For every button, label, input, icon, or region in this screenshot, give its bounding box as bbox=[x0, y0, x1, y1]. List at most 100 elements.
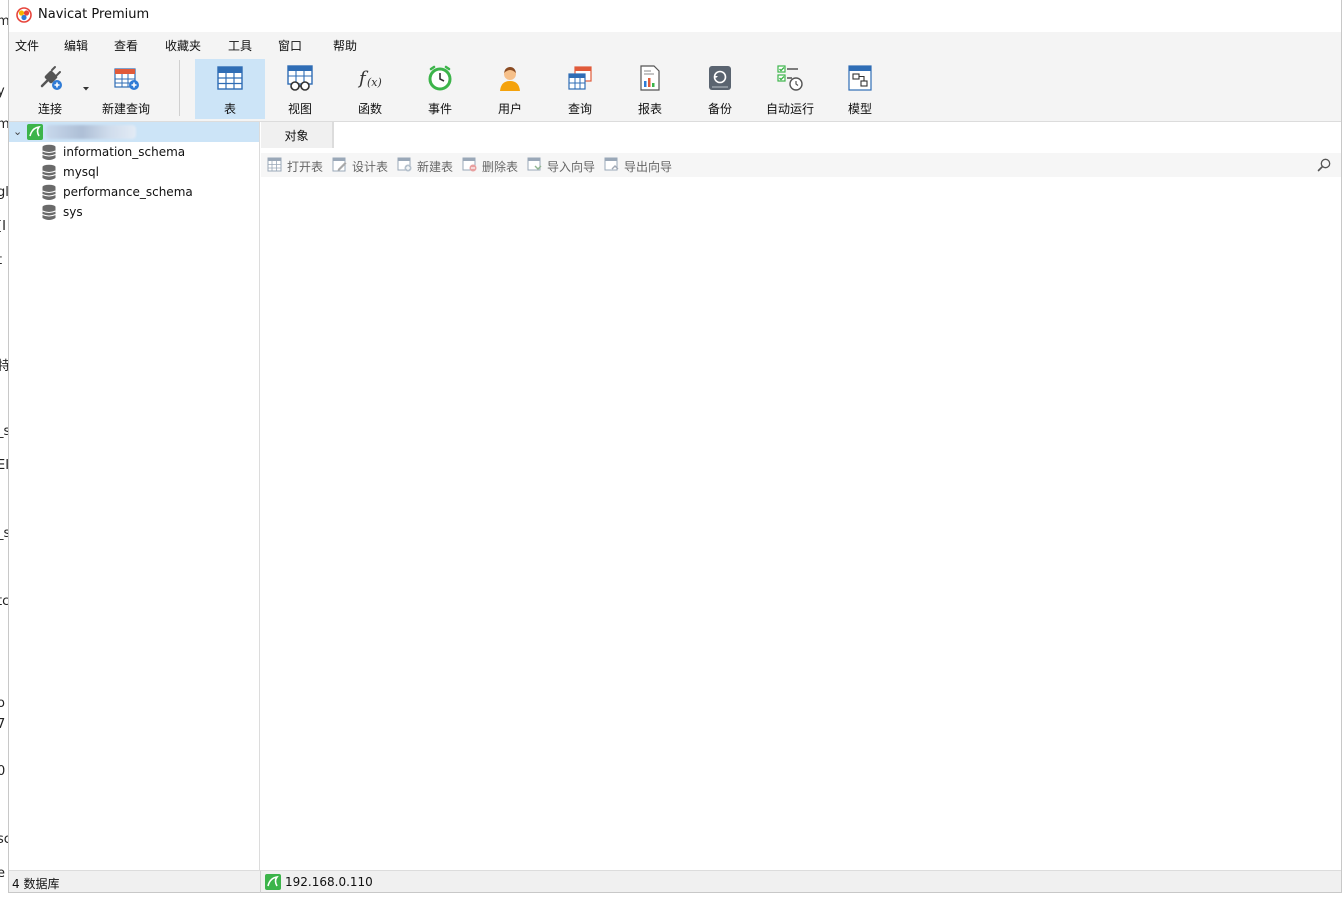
tab-bar-empty bbox=[333, 122, 1342, 148]
bg-fragment: tc bbox=[0, 594, 8, 609]
object-panel: 对象 打开表 设计表 新建表 删除表 导入向导 导出向导 bbox=[261, 122, 1342, 870]
connect-button[interactable]: 连接 bbox=[15, 59, 85, 119]
design-table-icon bbox=[332, 157, 347, 172]
window-title: Navicat Premium bbox=[38, 7, 150, 22]
report-icon bbox=[640, 65, 660, 91]
connection-node[interactable]: ⌄ bbox=[9, 122, 259, 142]
plug-icon bbox=[40, 66, 62, 90]
bg-fragment: 特 bbox=[0, 359, 8, 374]
function-label: 函数 bbox=[357, 102, 382, 116]
status-bar: 4 数据库 192.168.0.110 bbox=[9, 870, 1342, 893]
table-button[interactable]: 表 bbox=[195, 59, 265, 119]
connection-name-redacted bbox=[46, 125, 136, 139]
backup-button[interactable]: 备份 bbox=[685, 59, 755, 119]
object-toolbar: 打开表 设计表 新建表 删除表 导入向导 导出向导 bbox=[261, 153, 1342, 177]
new-query-button[interactable]: 新建查询 bbox=[91, 59, 161, 119]
object-list-area[interactable] bbox=[261, 177, 1342, 870]
delete-table-icon bbox=[462, 157, 477, 172]
user-button[interactable]: 用户 bbox=[475, 59, 545, 119]
connect-label: 连接 bbox=[37, 102, 62, 116]
database-icon bbox=[42, 204, 56, 220]
menu-help[interactable]: 帮助 bbox=[333, 37, 357, 54]
menu-edit[interactable]: 编辑 bbox=[64, 37, 88, 54]
model-icon bbox=[848, 65, 872, 91]
autorun-icon bbox=[777, 65, 803, 91]
bg-fragment: gl bbox=[0, 185, 8, 200]
backup-label: 备份 bbox=[707, 102, 732, 116]
autorun-button[interactable]: 自动运行 bbox=[755, 59, 825, 119]
chevron-down-icon[interactable]: ⌄ bbox=[13, 125, 22, 138]
import-wizard-label: 导入向导 bbox=[547, 160, 596, 174]
database-item[interactable]: mysql bbox=[39, 162, 239, 182]
menu-window[interactable]: 窗口 bbox=[278, 37, 302, 54]
database-item[interactable]: information_schema bbox=[39, 142, 239, 162]
query-icon bbox=[568, 66, 592, 90]
report-label: 报表 bbox=[637, 102, 662, 116]
toolbar-separator bbox=[179, 60, 180, 116]
menu-file[interactable]: 文件 bbox=[15, 37, 39, 54]
database-icon bbox=[42, 144, 56, 160]
tab-bar: 对象 bbox=[261, 122, 1342, 148]
database-item[interactable]: sys bbox=[39, 202, 239, 222]
database-item[interactable]: performance_schema bbox=[39, 182, 239, 202]
navicat-window: Navicat Premium 文件 编辑 查看 收藏夹 工具 窗口 帮助 连接 bbox=[8, 0, 1342, 893]
mysql-connection-icon bbox=[265, 874, 281, 890]
design-table-label: 设计表 bbox=[352, 160, 389, 174]
model-button[interactable]: 模型 bbox=[825, 59, 895, 119]
function-button[interactable]: f (x) 函数 bbox=[335, 59, 405, 119]
event-button[interactable]: 事件 bbox=[405, 59, 475, 119]
autorun-label: 自动运行 bbox=[765, 102, 814, 116]
status-separator bbox=[260, 871, 261, 893]
tab-objects[interactable]: 对象 bbox=[261, 122, 333, 148]
menu-favorites[interactable]: 收藏夹 bbox=[165, 37, 201, 54]
backup-icon bbox=[709, 66, 731, 90]
bg-fragment: EI bbox=[0, 458, 8, 473]
main-toolbar: 连接 新建查询 表 视图 f (x) 函数 事件 用户 查询 报表 备份 自动运… bbox=[9, 56, 1342, 122]
new-table-label: 新建表 bbox=[417, 160, 454, 174]
clock-icon bbox=[428, 65, 452, 91]
query-button[interactable]: 查询 bbox=[545, 59, 615, 119]
function-icon: f (x) bbox=[357, 68, 382, 89]
svg-text:(x): (x) bbox=[367, 76, 382, 89]
bg-fragment: m bbox=[0, 14, 8, 29]
model-label: 模型 bbox=[847, 102, 872, 116]
open-table-label: 打开表 bbox=[287, 160, 324, 174]
title-bar: Navicat Premium bbox=[9, 0, 1342, 30]
database-label: sys bbox=[63, 205, 83, 219]
bg-fragment: _s bbox=[0, 424, 8, 439]
bg-fragment: o bbox=[0, 696, 5, 711]
bg-fragment: 0 bbox=[0, 764, 6, 779]
database-icon bbox=[42, 184, 56, 200]
bg-fragment: sc bbox=[0, 832, 8, 847]
bg-fragment: _s bbox=[0, 526, 8, 541]
connect-dropdown-arrow-icon[interactable] bbox=[82, 86, 90, 92]
navicat-logo-icon bbox=[16, 7, 32, 23]
menu-view[interactable]: 查看 bbox=[114, 37, 138, 54]
connection-tree: ⌄ information_schema mysql performance_s… bbox=[9, 122, 260, 870]
view-label: 视图 bbox=[287, 102, 312, 116]
new-table-icon bbox=[397, 157, 412, 172]
view-icon bbox=[287, 65, 313, 91]
bg-fragment: m bbox=[0, 117, 8, 132]
view-button[interactable]: 视图 bbox=[265, 59, 335, 119]
bg-fragment: e bbox=[0, 866, 5, 881]
bg-fragment: y bbox=[0, 84, 5, 99]
search-icon[interactable] bbox=[1316, 157, 1332, 173]
open-table-icon bbox=[267, 157, 282, 172]
database-icon bbox=[42, 164, 56, 180]
user-icon bbox=[500, 67, 520, 91]
report-button[interactable]: 报表 bbox=[615, 59, 685, 119]
export-wizard-label: 导出向导 bbox=[624, 160, 673, 174]
database-count: 4 数据库 bbox=[12, 877, 60, 891]
user-label: 用户 bbox=[497, 102, 522, 116]
new-query-label: 新建查询 bbox=[101, 102, 150, 116]
menu-tools[interactable]: 工具 bbox=[228, 37, 252, 54]
bg-fragment: [I bbox=[0, 219, 6, 234]
mysql-connection-icon bbox=[27, 124, 43, 140]
bg-fragment: t bbox=[0, 253, 2, 268]
database-label: information_schema bbox=[63, 145, 186, 159]
query-label: 查询 bbox=[567, 102, 592, 116]
bg-fragment: 7 bbox=[0, 717, 6, 732]
connection-host: 192.168.0.110 bbox=[285, 875, 373, 889]
event-label: 事件 bbox=[427, 102, 452, 116]
